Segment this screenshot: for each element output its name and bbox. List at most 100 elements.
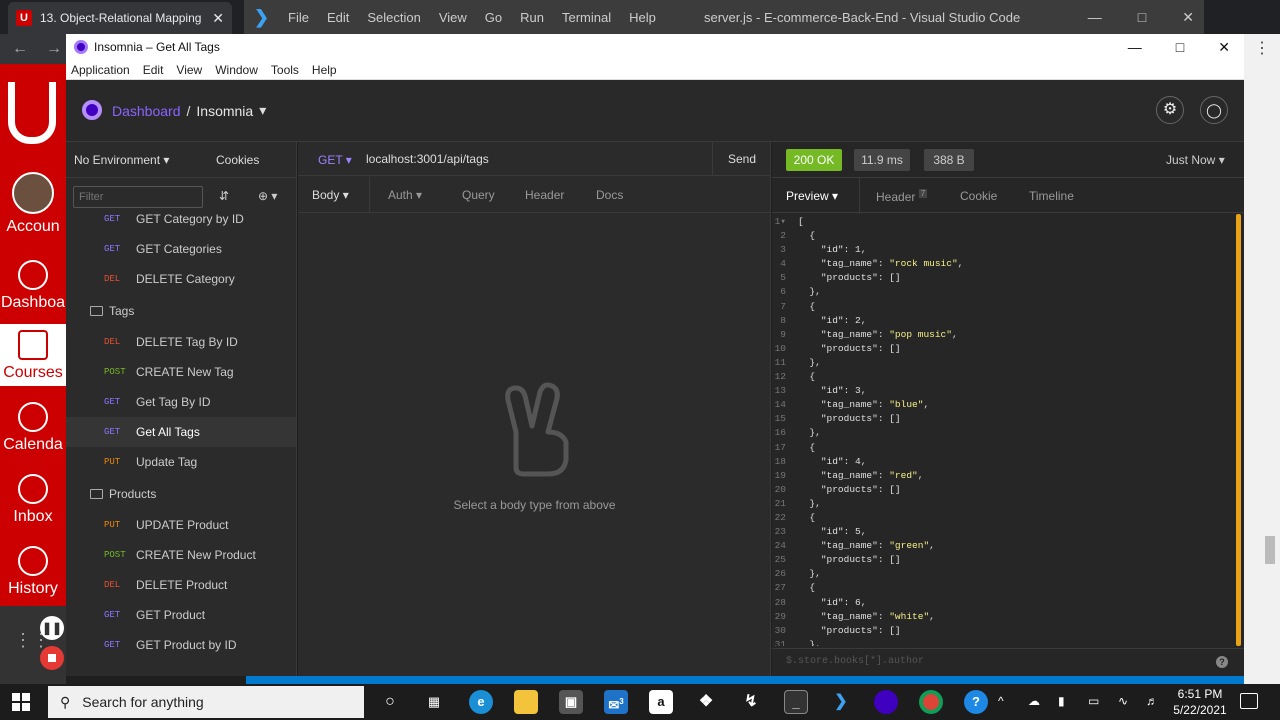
browser-menu-icon[interactable]: ⋮ [1244, 34, 1280, 64]
breadcrumb-dashboard[interactable]: Dashboard [112, 103, 181, 119]
sidebar-request[interactable]: GET GET Product [66, 600, 296, 630]
store-icon[interactable]: ▣ [559, 690, 583, 714]
tab-cookie[interactable]: Cookie [960, 189, 997, 203]
cookies-button[interactable]: Cookies [216, 153, 259, 167]
site-nav-accoun[interactable]: Accoun [0, 172, 66, 236]
insomnia-menu-help[interactable]: Help [312, 63, 337, 77]
vscode-menu-file[interactable]: File [288, 10, 309, 25]
microphone-icon[interactable]: ▮ [1058, 694, 1065, 708]
insomnia-menu-tools[interactable]: Tools [271, 63, 299, 77]
tab-body[interactable]: Body ▾ [312, 188, 349, 202]
terminal-icon[interactable]: _ [784, 690, 808, 714]
workspace-select[interactable]: Insomnia [196, 103, 253, 119]
wifi-icon[interactable]: ∿ [1118, 694, 1128, 708]
site-nav-dashboa[interactable]: Dashboa [0, 260, 66, 312]
tab-auth[interactable]: Auth ▾ [388, 188, 422, 202]
vscode-menu-view[interactable]: View [439, 10, 467, 25]
bolt-app-icon[interactable]: ↯ [739, 690, 763, 714]
back-arrow-icon[interactable]: ← [12, 40, 28, 58]
settings-gear-icon[interactable]: ⚙ [1156, 96, 1184, 124]
sidebar-request[interactable]: GET GET Category by ID [66, 204, 296, 234]
mail-icon[interactable]: ✉3 [604, 690, 628, 714]
insomnia-logo-icon[interactable] [82, 100, 102, 120]
file-explorer-icon[interactable] [514, 690, 538, 714]
forward-arrow-icon[interactable]: → [46, 40, 62, 58]
sidebar-request[interactable]: DEL DELETE Category [66, 264, 296, 294]
maximize-icon[interactable]: □ [1138, 9, 1146, 26]
account-icon[interactable]: ◯ [1200, 96, 1228, 124]
vscode-menu-run[interactable]: Run [520, 10, 544, 25]
close-icon[interactable]: ✕ [1182, 9, 1194, 26]
response-json-viewer[interactable]: 1▾[2 {3 "id": 1, 4 "tag_name": "rock musi… [772, 216, 1238, 646]
response-scrollbar[interactable] [1236, 214, 1241, 646]
edge-icon[interactable]: e [469, 690, 493, 714]
tray-chevron-icon[interactable]: ^ [998, 694, 1004, 708]
cortana-icon[interactable]: ○ [378, 690, 402, 714]
tab-timeline[interactable]: Timeline [1029, 189, 1074, 203]
sidebar-request[interactable]: PUT UPDATE Product [66, 510, 296, 540]
tab-response-header[interactable]: Header 7 [876, 189, 928, 204]
folder-products[interactable]: Products [90, 487, 156, 501]
vscode-menu-help[interactable]: Help [629, 10, 656, 25]
sort-icon[interactable]: ⇵ [219, 189, 229, 203]
url-input[interactable]: localhost:3001/api/tags [366, 152, 489, 166]
chevron-down-icon[interactable]: ▾ [259, 102, 266, 119]
dropbox-icon[interactable]: ❖ [694, 690, 718, 714]
sidebar-request[interactable]: PUT Update Tag [66, 447, 296, 477]
sidebar-request[interactable]: DEL DELETE Product [66, 570, 296, 600]
browser-tab[interactable]: U 13. Object-Relational Mapping (C ✕ [8, 2, 232, 34]
tab-docs[interactable]: Docs [596, 188, 623, 202]
site-nav-calenda[interactable]: Calenda [0, 402, 66, 454]
minimize-icon[interactable]: — [1088, 9, 1102, 26]
vscode-menu-go[interactable]: Go [485, 10, 502, 25]
send-button[interactable]: Send [712, 142, 771, 176]
amazon-icon[interactable]: a [649, 690, 673, 714]
tab-preview[interactable]: Preview ▾ [786, 189, 838, 203]
page-scrollbar[interactable] [1265, 536, 1275, 564]
close-icon[interactable]: ✕ [1218, 39, 1230, 56]
volume-icon[interactable]: ♬ [1146, 694, 1158, 708]
sidebar-request[interactable]: GET Get All Tags [66, 417, 296, 447]
method-select[interactable]: GET ▾ [318, 153, 352, 167]
add-request-icon[interactable]: ⊕ ▾ [258, 189, 277, 203]
help-icon[interactable]: ? [1216, 656, 1228, 668]
close-tab-icon[interactable]: ✕ [212, 10, 224, 27]
task-view-icon[interactable]: ▦ [422, 690, 446, 714]
university-logo[interactable] [8, 82, 56, 144]
sidebar-request[interactable]: POST CREATE New Product [66, 540, 296, 570]
pause-icon[interactable]: ❚❚ [40, 616, 64, 640]
folder-tags[interactable]: Tags [90, 304, 134, 318]
insomnia-menu-application[interactable]: Application [71, 63, 130, 77]
chrome-icon[interactable] [919, 690, 943, 714]
battery-icon[interactable]: ▭ [1088, 694, 1099, 708]
windows-start-icon[interactable] [12, 693, 30, 711]
response-filter-input[interactable]: $.store.books[*].author [786, 656, 924, 667]
vscode-menu-terminal[interactable]: Terminal [562, 10, 611, 25]
tab-query[interactable]: Query [462, 188, 495, 202]
insomnia-menu-view[interactable]: View [176, 63, 202, 77]
insomnia-taskbar-icon[interactable] [874, 690, 898, 714]
taskbar-clock[interactable]: 6:51 PM 5/22/2021 [1168, 686, 1232, 718]
site-nav-history[interactable]: History [0, 546, 66, 598]
vscode-menu-selection[interactable]: Selection [367, 10, 420, 25]
environment-select[interactable]: No Environment ▾ [74, 153, 169, 167]
sidebar-request[interactable]: GET GET Product by ID [66, 630, 296, 660]
help-app-icon[interactable]: ? [964, 690, 988, 714]
vscode-menu-edit[interactable]: Edit [327, 10, 349, 25]
site-nav-courses[interactable]: Courses [0, 324, 66, 386]
site-nav-inbox[interactable]: Inbox [0, 474, 66, 526]
sidebar-request[interactable]: GET GET Categories [66, 234, 296, 264]
insomnia-menu-window[interactable]: Window [215, 63, 258, 77]
sidebar-request[interactable]: DEL DELETE Tag By ID [66, 327, 296, 357]
tab-header[interactable]: Header [525, 188, 564, 202]
vscode-taskbar-icon[interactable]: ❯ [829, 690, 853, 714]
maximize-icon[interactable]: □ [1176, 39, 1184, 56]
sidebar-request[interactable]: POST CREATE New Tag [66, 357, 296, 387]
sidebar-request[interactable]: GET Get Tag By ID [66, 387, 296, 417]
insomnia-menu-edit[interactable]: Edit [143, 63, 164, 77]
minimize-icon[interactable]: — [1128, 39, 1142, 56]
taskbar-search[interactable]: ⚲ Search for anything [48, 686, 364, 718]
response-history-select[interactable]: Just Now ▾ [1166, 153, 1225, 167]
cloud-icon[interactable]: ☁ [1028, 694, 1040, 708]
notification-icon[interactable] [1240, 693, 1258, 709]
